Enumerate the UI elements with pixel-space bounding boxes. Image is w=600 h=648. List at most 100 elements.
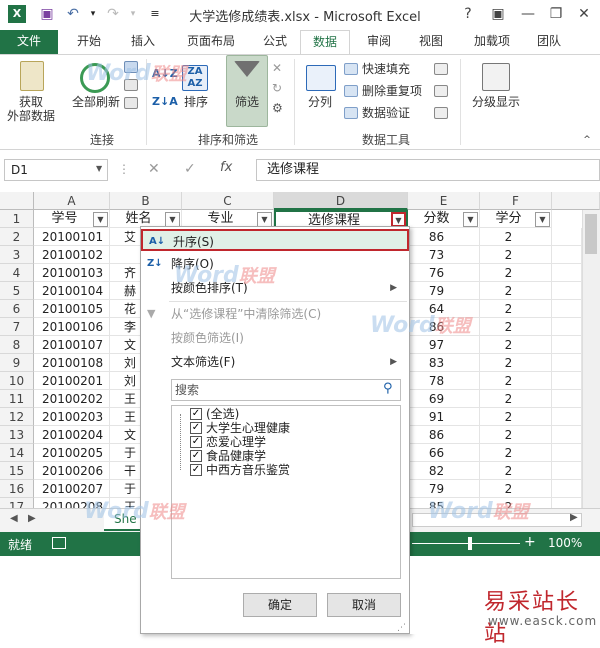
cell-scores[interactable]: 86 <box>408 228 480 246</box>
undo-icon[interactable]: ↶ <box>64 5 82 23</box>
column-header-a[interactable]: A <box>34 192 110 210</box>
cancel-button[interactable]: 取消 <box>327 593 401 617</box>
cell-scores[interactable]: 97 <box>408 336 480 354</box>
row-header[interactable]: 3 <box>0 246 34 264</box>
outline-button[interactable]: 分级显示 <box>466 95 526 109</box>
remove-duplicates-button[interactable]: 删除重复项 <box>362 84 432 98</box>
refresh-all-button[interactable]: 全部刷新 <box>66 95 126 109</box>
cell-empty[interactable] <box>552 354 582 372</box>
cell-empty[interactable] <box>552 480 582 498</box>
resize-grip-icon[interactable]: ⋰ <box>397 623 406 633</box>
macro-record-icon[interactable] <box>52 537 66 549</box>
filter-item[interactable]: 食品健康学 <box>206 449 266 463</box>
cell-empty[interactable] <box>552 246 582 264</box>
cell-credits[interactable]: 2 <box>480 372 552 390</box>
row-header[interactable]: 2 <box>0 228 34 246</box>
cell-scores[interactable]: 79 <box>408 480 480 498</box>
row-header[interactable]: 9 <box>0 354 34 372</box>
row-header[interactable]: 15 <box>0 462 34 480</box>
column-header-d[interactable]: D <box>274 192 408 210</box>
cell-ids[interactable]: 20100201 <box>34 372 110 390</box>
zoom-level[interactable]: 100% <box>548 536 582 550</box>
cell-credits[interactable]: 2 <box>480 444 552 462</box>
cell-empty[interactable] <box>552 336 582 354</box>
filter-dropdown-button[interactable]: ▼ <box>463 212 478 227</box>
zoom-in-icon[interactable]: + <box>524 534 536 550</box>
cell-scores[interactable]: 82 <box>408 462 480 480</box>
cell-ids[interactable]: 20100102 <box>34 246 110 264</box>
tab-insert[interactable]: 插入 <box>120 30 166 54</box>
get-external-label-2[interactable]: 外部数据 <box>0 109 62 123</box>
reapply-icon[interactable]: ↻ <box>272 81 288 95</box>
edit-links-icon[interactable] <box>124 97 138 109</box>
cell-ids[interactable]: 20100206 <box>34 462 110 480</box>
cell-empty[interactable] <box>552 372 582 390</box>
cell-credits[interactable]: 2 <box>480 390 552 408</box>
filter-item-select-all[interactable]: (全选) <box>206 407 239 421</box>
cell-credits[interactable]: 2 <box>480 426 552 444</box>
cell-credits[interactable]: 2 <box>480 462 552 480</box>
cell-credits[interactable]: 2 <box>480 408 552 426</box>
confirm-entry-icon[interactable]: ✓ <box>184 161 196 177</box>
minimize-button[interactable]: — <box>516 4 540 24</box>
cell-empty[interactable] <box>552 282 582 300</box>
cell-ids[interactable]: 20100204 <box>34 426 110 444</box>
filter-value-list[interactable]: ✓ (全选) ✓ 大学生心理健康 ✓ 恋爱心理学 ✓ 食品健康学 ✓ 中西方音乐… <box>171 405 401 579</box>
data-validation-button[interactable]: 数据验证 <box>362 106 422 120</box>
cell-credits[interactable]: 2 <box>480 480 552 498</box>
filter-dropdown-button[interactable]: ▼ <box>93 212 108 227</box>
filter-button[interactable]: 筛选 <box>226 95 268 109</box>
vertical-scrollbar[interactable] <box>582 210 600 510</box>
cell-scores[interactable]: 73 <box>408 246 480 264</box>
row-header[interactable]: 6 <box>0 300 34 318</box>
row-header[interactable]: 14 <box>0 444 34 462</box>
sort-button[interactable]: 排序 <box>176 95 216 109</box>
cell-empty[interactable] <box>552 264 582 282</box>
row-header[interactable]: 1 <box>0 210 34 228</box>
cell-ids[interactable]: 20100207 <box>34 480 110 498</box>
tab-team[interactable]: 团队 <box>526 30 572 54</box>
formula-input[interactable]: 选修课程 <box>256 159 600 181</box>
redo-dropdown-icon[interactable]: ▾ <box>124 5 142 23</box>
filter-dropdown-button[interactable]: ▼ <box>257 212 272 227</box>
cell-credits[interactable]: 2 <box>480 228 552 246</box>
row-header[interactable]: 8 <box>0 336 34 354</box>
prev-sheet-icon[interactable]: ◀ <box>10 513 18 524</box>
menu-sort-ascending[interactable]: A↓ 升序(S) <box>141 229 409 251</box>
checkbox-item[interactable]: ✓ <box>190 450 202 462</box>
close-button[interactable]: ✕ <box>572 4 596 24</box>
cell-credits[interactable]: 2 <box>480 246 552 264</box>
cell-empty[interactable] <box>552 318 582 336</box>
name-box-dropdown-icon[interactable]: ▼ <box>96 164 102 173</box>
cell-credits[interactable]: 2 <box>480 282 552 300</box>
consolidate-icon[interactable] <box>434 63 448 75</box>
filter-search-input[interactable]: 搜索 <box>171 379 401 401</box>
split-button[interactable]: 分列 <box>298 95 342 109</box>
row-header[interactable]: 16 <box>0 480 34 498</box>
cell-empty[interactable] <box>552 408 582 426</box>
cell-empty[interactable] <box>552 462 582 480</box>
advanced-filter-icon[interactable]: ⚙ <box>272 101 288 115</box>
next-sheet-icon[interactable]: ▶ <box>28 513 36 524</box>
row-header[interactable]: 11 <box>0 390 34 408</box>
scroll-right-icon[interactable]: ▶ <box>570 512 578 523</box>
flash-fill-button[interactable]: 快速填充 <box>362 62 422 76</box>
column-header-g[interactable] <box>552 192 600 210</box>
tab-page-layout[interactable]: 页面布局 <box>176 30 246 54</box>
undo-dropdown-icon[interactable]: ▾ <box>84 5 102 23</box>
row-header[interactable]: 12 <box>0 408 34 426</box>
cell-credits[interactable]: 2 <box>480 318 552 336</box>
cell-ids[interactable]: 20100105 <box>34 300 110 318</box>
column-header-f[interactable]: F <box>480 192 552 210</box>
checkbox-select-all[interactable]: ✓ <box>190 408 202 420</box>
redo-icon[interactable]: ↷ <box>104 5 122 23</box>
ok-button[interactable]: 确定 <box>243 593 317 617</box>
cell-empty[interactable] <box>552 300 582 318</box>
column-header-c[interactable]: C <box>182 192 274 210</box>
zoom-slider-track[interactable] <box>412 543 520 544</box>
cell-scores[interactable]: 86 <box>408 426 480 444</box>
filter-dropdown-button[interactable]: ▼ <box>535 212 550 227</box>
cell-empty[interactable] <box>552 228 582 246</box>
tab-addins[interactable]: 加载项 <box>462 30 522 54</box>
cancel-entry-icon[interactable]: ✕ <box>148 161 160 177</box>
